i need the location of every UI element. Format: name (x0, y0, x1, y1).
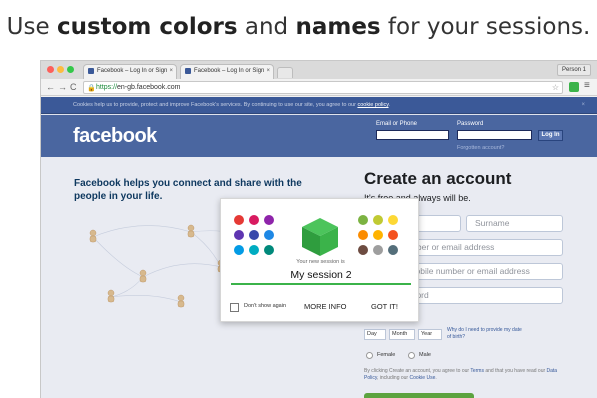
forgotten-account-link[interactable]: Forgotten account? (457, 145, 504, 151)
dob-month-select[interactable]: Month (389, 329, 415, 340)
tab-close-icon[interactable]: × (266, 68, 270, 74)
cookie-policy-link[interactable]: cookie policy (357, 102, 388, 108)
facebook-favicon-icon (88, 68, 94, 74)
color-swatch-right-4[interactable] (358, 230, 368, 240)
password-label: Password (457, 121, 484, 127)
female-label: Female (377, 352, 396, 358)
color-swatch-left-8[interactable] (249, 245, 259, 255)
color-swatch-right-7[interactable] (358, 245, 368, 255)
close-icon[interactable]: × (581, 97, 585, 114)
url-scheme: https:// (96, 84, 118, 91)
reload-icon[interactable]: C (70, 81, 77, 93)
color-swatch-left-3[interactable] (264, 215, 274, 225)
tab-close-icon[interactable]: × (169, 68, 173, 74)
terms-text-part: and that you have read our (483, 368, 547, 374)
lock-icon: 🔒 (87, 85, 96, 92)
back-arrow-icon[interactable]: ← (46, 81, 55, 93)
minimize-window-button[interactable] (57, 66, 64, 73)
headline-text: and (237, 14, 296, 40)
screenshot-root: Use custom colors and names for your ses… (0, 0, 597, 398)
surname-field[interactable]: Surname (466, 215, 563, 232)
color-swatch-left-7[interactable] (234, 245, 244, 255)
color-swatch-left-4[interactable] (234, 230, 244, 240)
female-radio[interactable] (366, 352, 373, 359)
maximize-window-button[interactable] (67, 66, 74, 73)
dont-show-again-label: Don't show again (244, 303, 287, 309)
session-name-input[interactable]: My session 2 (231, 269, 411, 285)
why-dob-link[interactable]: Why do I need to provide my date of birt… (447, 327, 527, 341)
color-swatch-right-5[interactable] (373, 230, 383, 240)
email-input[interactable] (376, 130, 449, 140)
male-radio[interactable] (408, 352, 415, 359)
more-info-button[interactable]: MORE INFO (304, 302, 347, 311)
headline-bold-colors: custom colors (56, 14, 238, 40)
dob-year-select[interactable]: Year (418, 329, 442, 340)
close-window-button[interactable] (47, 66, 54, 73)
facebook-favicon-icon (185, 68, 191, 74)
male-label: Male (419, 352, 431, 358)
color-swatch-right-6[interactable] (388, 230, 398, 240)
terms-text-part: By clicking Create an account, you agree… (364, 368, 471, 374)
login-button[interactable]: Log In (538, 130, 563, 141)
bookmark-star-icon[interactable]: ☆ (552, 82, 559, 93)
profile-button[interactable]: Person 1 (556, 64, 591, 76)
color-swatch-left-5[interactable] (249, 230, 259, 240)
terms-text-part: . (435, 375, 437, 381)
cookie-use-link[interactable]: Cookie Use (410, 375, 436, 381)
session-popup: Your new session is My session 2 Don't s… (220, 198, 419, 322)
dob-day-select[interactable]: Day (364, 329, 386, 340)
create-account-button[interactable] (364, 393, 474, 398)
browser-menu-icon[interactable]: ≡ (584, 80, 590, 92)
facebook-logo[interactable]: facebook (73, 125, 157, 148)
color-swatch-right-2[interactable] (373, 215, 383, 225)
color-swatch-left-9[interactable] (264, 245, 274, 255)
tab-bar: Facebook – Log In or Sign × Facebook – L… (41, 61, 597, 79)
cookie-text-end: . (388, 102, 391, 108)
headline: Use custom colors and names for your ses… (0, 14, 597, 40)
color-swatch-right-9[interactable] (388, 245, 398, 255)
forward-arrow-icon[interactable]: → (58, 81, 67, 93)
cookie-text: Cookies help us to provide, protect and … (73, 102, 358, 108)
browser-toolbar: ← → C 🔒 https://en-gb.facebook.com ☆ ≡ (41, 79, 597, 96)
headline-bold-names: names (295, 14, 381, 40)
color-swatch-left-2[interactable] (249, 215, 259, 225)
tab-label: Facebook – Log In or Sign (97, 68, 168, 74)
terms-text-part: , including our (376, 375, 410, 381)
headline-text: for your sessions. (380, 14, 591, 40)
create-account-title: Create an account (364, 169, 512, 188)
cookie-banner: Cookies help us to provide, protect and … (41, 97, 597, 114)
color-swatch-left-1[interactable] (234, 215, 244, 225)
new-tab-button[interactable] (277, 67, 293, 78)
color-swatch-left-6[interactable] (264, 230, 274, 240)
color-swatch-right-8[interactable] (373, 245, 383, 255)
facebook-header: facebook Email or Phone Password Log In … (41, 115, 597, 157)
address-bar[interactable]: 🔒 https://en-gb.facebook.com ☆ (83, 81, 563, 94)
session-cube-icon (302, 218, 338, 256)
color-swatch-right-1[interactable] (358, 215, 368, 225)
browser-tab-2[interactable]: Facebook – Log In or Sign × (180, 64, 274, 79)
color-swatch-right-3[interactable] (388, 215, 398, 225)
session-subtitle: Your new session is (296, 259, 345, 265)
headline-text: Use (6, 14, 57, 40)
url-host: en-gb.facebook.com (117, 84, 181, 91)
got-it-button[interactable]: GOT IT! (371, 302, 398, 311)
dont-show-again-checkbox[interactable] (230, 303, 239, 312)
tab-label: Facebook – Log In or Sign (194, 68, 265, 74)
sessions-extension-icon[interactable] (569, 82, 579, 92)
terms-text: By clicking Create an account, you agree… (364, 368, 564, 382)
email-label: Email or Phone (376, 121, 418, 127)
browser-tab-1[interactable]: Facebook – Log In or Sign × (83, 64, 177, 79)
password-input[interactable] (457, 130, 532, 140)
terms-link[interactable]: Terms (470, 368, 484, 374)
